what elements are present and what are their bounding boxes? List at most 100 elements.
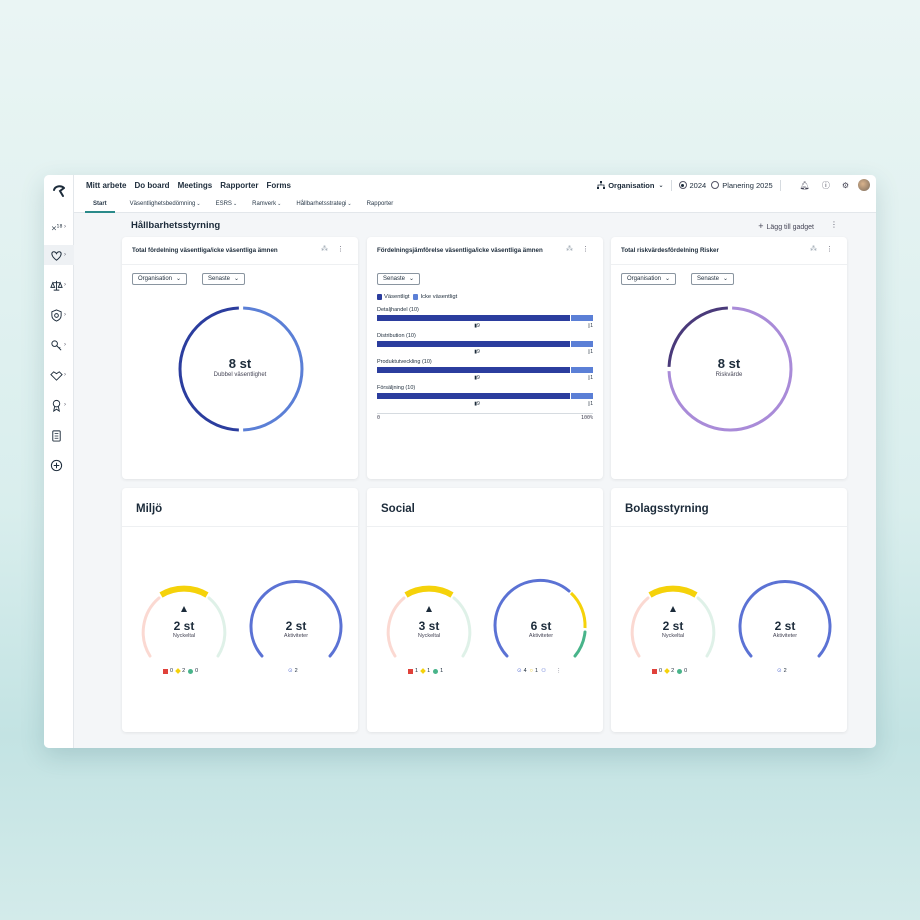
kpi-value: 2 st xyxy=(662,619,684,633)
bar-label: Detaljhandel (10) xyxy=(377,307,419,313)
count-green: 0 xyxy=(195,668,199,674)
kpi-label: Nyckeltal xyxy=(417,633,441,639)
app-logo-icon[interactable] xyxy=(51,183,67,199)
sidebar-item-security[interactable]: › xyxy=(50,305,74,325)
sidebar-item-search[interactable]: › xyxy=(50,335,74,355)
nav-do-board[interactable]: Do board xyxy=(134,181,169,190)
sidebar-item-sustainability[interactable]: › xyxy=(44,245,74,265)
tab-rapporter[interactable]: Rapporter xyxy=(367,195,394,213)
count-yellow: 1 xyxy=(427,668,431,674)
year-radio-2024[interactable]: 2024 xyxy=(678,181,706,190)
nav-mitt-arbete[interactable]: Mitt arbete xyxy=(86,181,126,190)
donut-value: 8 st xyxy=(717,356,741,371)
nav-rapporter[interactable]: Rapporter xyxy=(220,181,258,190)
activity-status-counts: ⊙ 2 xyxy=(288,668,298,674)
sidebar-item-sdg[interactable]: × 18 › xyxy=(50,217,74,237)
organisation-filter[interactable]: Organisation ⌄ xyxy=(621,273,677,285)
more-options-icon[interactable]: ⋮ xyxy=(337,245,344,253)
count-yellow: 2 xyxy=(671,668,675,674)
drag-icon[interactable]: ⁂ xyxy=(321,245,328,253)
card-miljo: Miljö 2 st Nyckeltal 2 st Aktiviteter 0 2 … xyxy=(122,488,358,732)
sidebar-item-balance[interactable]: › xyxy=(50,275,74,295)
add-gadget-button[interactable]: + Lägg till gadget xyxy=(758,221,814,231)
bar-value-label: ▮9 xyxy=(474,349,480,355)
organisation-filter[interactable]: Organisation ⌄ xyxy=(132,273,188,285)
activities-label: Aktiviteter xyxy=(528,633,554,639)
tab-ramverk[interactable]: Ramverk⌄ xyxy=(252,195,281,213)
bar-segment-vasentligt[interactable] xyxy=(377,315,571,321)
yellow-circle-icon: ○ xyxy=(529,668,533,674)
shield-icon xyxy=(51,308,62,322)
plus-circle-icon xyxy=(50,459,63,471)
nav-meetings[interactable]: Meetings xyxy=(178,181,213,190)
count-red: 1 xyxy=(415,668,419,674)
tab-vasentlighetsbedomning[interactable]: Väsentlighetsbedömning⌄ xyxy=(130,195,201,213)
award-icon xyxy=(52,399,61,412)
page-title: Hållbarhetsstyrning xyxy=(131,220,221,231)
more-options-icon[interactable]: ⋮ xyxy=(830,220,838,229)
nav-forms[interactable]: Forms xyxy=(266,181,290,190)
filter-label: Senaste xyxy=(697,276,720,282)
count-green: 0 xyxy=(684,668,688,674)
avatar[interactable] xyxy=(858,179,870,191)
card-title: Bolagsstyrning xyxy=(625,503,709,515)
card-bolagsstyrning: Bolagsstyrning 2 st Nyckeltal 2 st Aktivit… xyxy=(611,488,847,732)
chevron-down-icon: ⌄ xyxy=(277,200,282,207)
bar-segment-vasentligt[interactable] xyxy=(377,367,571,373)
more-options-icon[interactable]: ⋮ xyxy=(826,245,833,253)
bell-icon[interactable]: 🔔︎ xyxy=(800,181,810,190)
year-label: Planering 2025 xyxy=(722,180,773,190)
drag-icon[interactable]: ⁂ xyxy=(810,245,817,253)
bar-segment-icke-vasentligt[interactable] xyxy=(571,315,593,321)
period-filter[interactable]: Senaste ⌄ xyxy=(377,273,421,285)
chevron-right-icon: › xyxy=(64,224,66,230)
filter-label: Senaste xyxy=(383,276,406,282)
gear-icon[interactable]: ⚙ xyxy=(842,181,849,190)
bar-segment-vasentligt[interactable] xyxy=(377,341,571,347)
clipboard-icon xyxy=(52,429,61,442)
org-selector[interactable]: Organisation ⌄ xyxy=(597,181,664,190)
more-options-icon[interactable]: ⋮ xyxy=(582,245,589,253)
users-icon[interactable]: ⚇ xyxy=(541,668,546,674)
kpi-value: 3 st xyxy=(418,619,440,633)
period-filter[interactable]: Senaste ⌄ xyxy=(691,273,735,285)
sidebar-item-add[interactable] xyxy=(50,455,74,475)
divider xyxy=(611,526,847,527)
chevron-right-icon: › xyxy=(64,252,66,258)
bar-segment-icke-vasentligt[interactable] xyxy=(571,367,593,373)
axis-min-label: 0 xyxy=(377,415,381,421)
count-active: 2 xyxy=(294,668,298,674)
bar-value-label: ▮9 xyxy=(474,375,480,381)
legend-swatch xyxy=(377,294,382,300)
filter-label: Senaste xyxy=(208,276,231,282)
sidebar-item-clipboard[interactable] xyxy=(50,425,74,445)
year-radio-2025[interactable]: Planering 2025 xyxy=(711,180,773,190)
period-filter[interactable]: Senaste ⌄ xyxy=(202,273,246,285)
activities-label: Aktiviteter xyxy=(283,633,309,639)
bar-segment-icke-vasentligt[interactable] xyxy=(571,393,593,399)
tab-hallbarhetsstrategi[interactable]: Hållbarhetsstrategi⌄ xyxy=(296,195,351,213)
info-icon[interactable]: ⓘ xyxy=(822,180,830,191)
bar-value-label: ▯1 xyxy=(587,401,593,407)
sidebar-item-handshake[interactable]: › xyxy=(50,365,74,385)
more-options-icon[interactable]: ⋮ xyxy=(556,668,562,674)
sidebar-item-awards[interactable]: › xyxy=(50,395,74,415)
divider xyxy=(122,264,358,265)
activities-center: 2 st Aktiviteter xyxy=(246,619,346,639)
tab-esrs[interactable]: ESRS⌄ xyxy=(216,195,238,213)
bar-track: ▮9 ▯1 xyxy=(377,341,593,355)
donut-label: Dubbel väsentlighet xyxy=(213,372,267,378)
chevron-down-icon: ⌄ xyxy=(658,182,664,189)
drag-icon[interactable]: ⁂ xyxy=(566,245,573,253)
count-green: 1 xyxy=(440,668,444,674)
sdg-icon: × 18 xyxy=(51,223,63,232)
count-active: 2 xyxy=(783,668,787,674)
divider xyxy=(611,264,847,265)
svg-text:18: 18 xyxy=(57,223,63,229)
bar-segment-icke-vasentligt[interactable] xyxy=(571,341,593,347)
filter-label: Organisation xyxy=(627,276,662,282)
legend-label: Icke väsentligt xyxy=(420,294,458,300)
bar-segment-vasentligt[interactable] xyxy=(377,393,571,399)
tab-start[interactable]: Start xyxy=(85,195,115,213)
bar-value-label: ▯1 xyxy=(587,375,593,381)
